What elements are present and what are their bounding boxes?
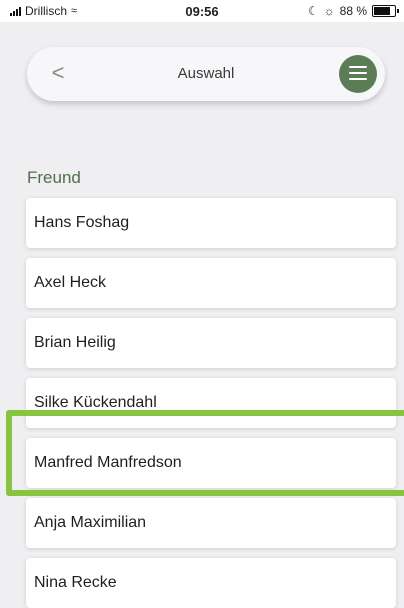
header-bar: < Auswahl xyxy=(27,47,385,101)
contact-name: Silke Kückendahl xyxy=(34,394,157,411)
status-bar: Drillisch ≈ 09:56 ☾ ☼ 88 % xyxy=(0,0,404,22)
list-item[interactable]: Brian Heilig xyxy=(26,318,396,368)
battery-fill xyxy=(374,7,390,15)
menu-icon xyxy=(349,66,367,82)
menu-button[interactable] xyxy=(339,55,377,93)
contact-name: Manfred Manfredson xyxy=(34,454,182,471)
list-item[interactable]: Manfred Manfredson xyxy=(26,438,396,488)
list-item[interactable]: Nina Recke xyxy=(26,558,396,608)
battery-icon xyxy=(372,5,399,17)
orientation-lock-icon: ☼ xyxy=(323,4,335,18)
battery-cap xyxy=(397,9,399,13)
list-item[interactable]: Axel Heck xyxy=(26,258,396,308)
contact-name: Nina Recke xyxy=(34,574,117,591)
list-item[interactable]: Anja Maximilian xyxy=(26,498,396,548)
moon-icon: ☾ xyxy=(307,4,319,18)
contact-name: Brian Heilig xyxy=(34,334,116,351)
contact-name: Anja Maximilian xyxy=(34,514,147,531)
contact-name: Axel Heck xyxy=(34,274,107,291)
contact-name: Hans Foshag xyxy=(34,214,130,231)
battery-percentage: 88 % xyxy=(339,4,367,18)
page-title: Auswahl xyxy=(177,65,235,82)
status-right-group: ☾ ☼ 88 % xyxy=(307,4,399,18)
section-label: Freund xyxy=(27,168,81,187)
list-item[interactable]: Silke Kückendahl xyxy=(26,378,396,428)
list-item[interactable]: Hans Foshag xyxy=(26,198,396,248)
